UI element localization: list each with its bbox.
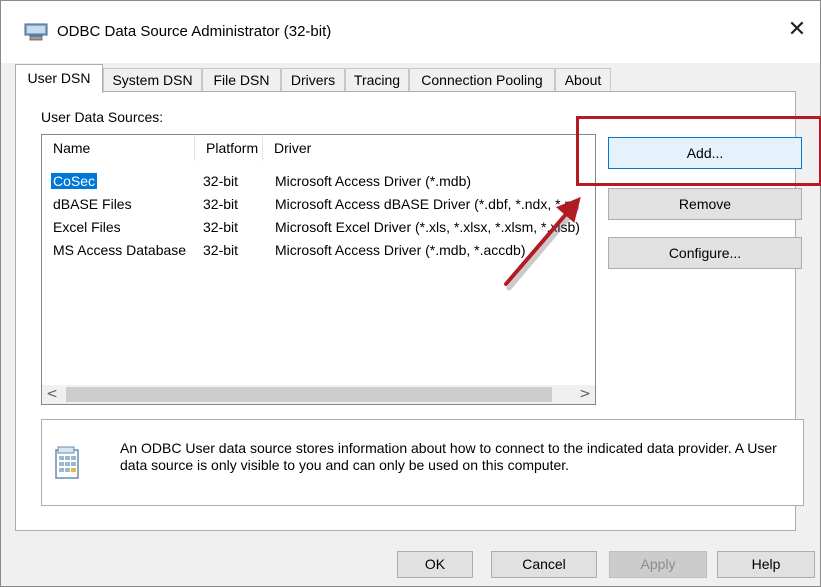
tab-system-dsn[interactable]: System DSN bbox=[103, 68, 202, 91]
scroll-right-icon[interactable]: > bbox=[575, 385, 595, 404]
list-item-platform: 32-bit bbox=[203, 242, 239, 258]
apply-button[interactable]: Apply bbox=[609, 551, 707, 578]
list-item-driver: Microsoft Excel Driver (*.xls, *.xlsx, *… bbox=[275, 219, 580, 235]
list-item-driver: Microsoft Access Driver (*.mdb) bbox=[275, 173, 472, 189]
list-item-platform: 32-bit bbox=[203, 173, 239, 189]
ok-button[interactable]: OK bbox=[397, 551, 473, 578]
odbc-dialog: ODBC Data Source Administrator (32-bit) … bbox=[0, 0, 821, 587]
tab-connection-pooling[interactable]: Connection Pooling bbox=[409, 68, 555, 91]
list-item[interactable]: CoSec 32-bit Microsoft Access Driver (*.… bbox=[42, 171, 595, 191]
user-data-sources-label: User Data Sources: bbox=[41, 109, 164, 125]
cancel-button[interactable]: Cancel bbox=[491, 551, 597, 578]
remove-button[interactable]: Remove bbox=[608, 188, 802, 220]
list-item[interactable]: Excel Files 32-bit Microsoft Excel Drive… bbox=[42, 217, 595, 237]
list-item-driver: Microsoft Access dBASE Driver (*.dbf, *.… bbox=[275, 196, 577, 212]
tab-user-dsn[interactable]: User DSN bbox=[15, 64, 103, 93]
add-button[interactable]: Add... bbox=[608, 137, 802, 169]
list-header: Name Platform Driver bbox=[42, 135, 595, 161]
title-bar: ODBC Data Source Administrator (32-bit) … bbox=[1, 1, 820, 63]
list-item-name: CoSec bbox=[51, 173, 98, 189]
tab-file-dsn[interactable]: File DSN bbox=[202, 68, 281, 91]
list-item-platform: 32-bit bbox=[203, 196, 239, 212]
odbc-app-icon bbox=[24, 23, 48, 41]
configure-button[interactable]: Configure... bbox=[608, 237, 802, 269]
list-item-platform: 32-bit bbox=[203, 219, 239, 235]
column-header-driver[interactable]: Driver bbox=[263, 135, 595, 161]
data-sources-list[interactable]: Name Platform Driver CoSec 32-bit Micros… bbox=[41, 134, 596, 405]
scroll-left-icon[interactable]: < bbox=[42, 385, 62, 404]
column-header-platform[interactable]: Platform bbox=[195, 135, 262, 161]
info-description: An ODBC User data source stores informat… bbox=[120, 440, 777, 473]
list-item-name: MS Access Database bbox=[53, 242, 187, 258]
tab-about[interactable]: About bbox=[555, 68, 611, 91]
horizontal-scrollbar[interactable]: < > bbox=[42, 385, 595, 404]
list-item-name: Excel Files bbox=[53, 219, 121, 235]
window-title: ODBC Data Source Administrator (32-bit) bbox=[57, 23, 332, 40]
list-item[interactable]: MS Access Database 32-bit Microsoft Acce… bbox=[42, 240, 595, 260]
list-item[interactable]: dBASE Files 32-bit Microsoft Access dBAS… bbox=[42, 194, 595, 214]
close-button[interactable]: ✕ bbox=[774, 15, 820, 47]
scrollbar-thumb[interactable] bbox=[66, 387, 552, 402]
info-panel: An ODBC User data source stores informat… bbox=[41, 419, 804, 506]
close-icon: ✕ bbox=[787, 17, 807, 42]
help-button[interactable]: Help bbox=[717, 551, 815, 578]
column-header-name[interactable]: Name bbox=[42, 135, 194, 161]
list-item-driver: Microsoft Access Driver (*.mdb, *.accdb) bbox=[275, 242, 526, 258]
list-item-name: dBASE Files bbox=[53, 196, 132, 212]
data-source-icon bbox=[55, 446, 79, 479]
tab-drivers[interactable]: Drivers bbox=[281, 68, 345, 91]
tab-tracing[interactable]: Tracing bbox=[345, 68, 409, 91]
